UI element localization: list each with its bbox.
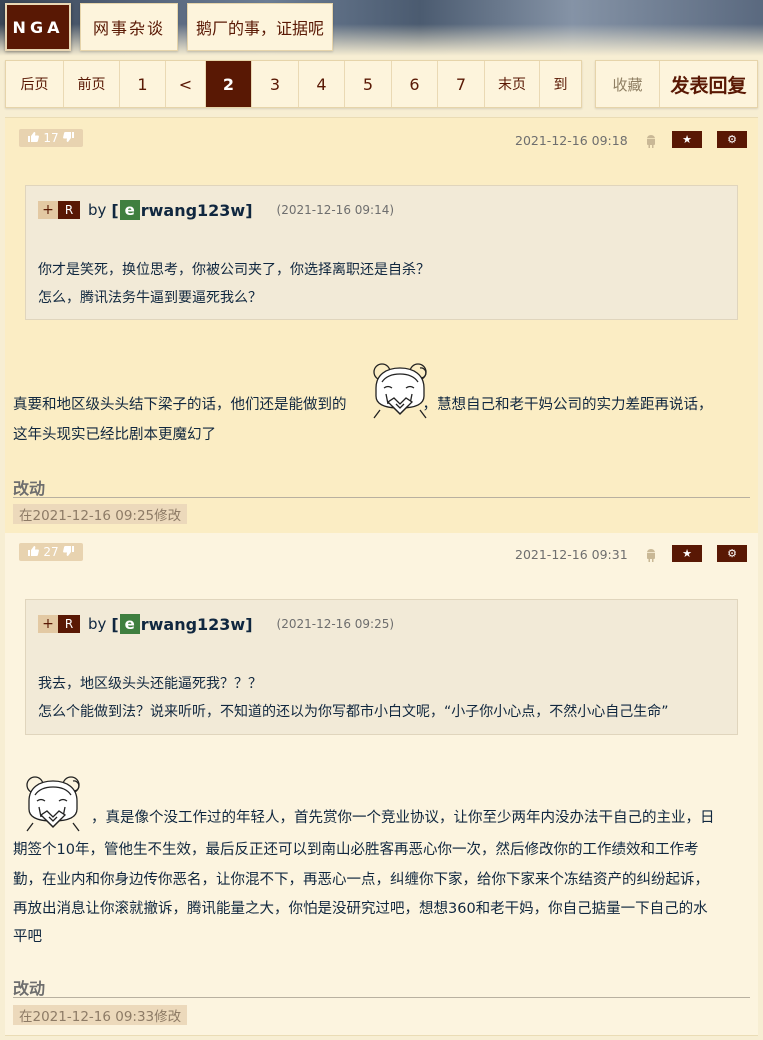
thumb-up-icon[interactable] (28, 131, 40, 145)
quote-timestamp: (2021-12-16 09:14) (276, 203, 395, 217)
quote-expand-button[interactable]: + (38, 201, 58, 219)
quote-bracket: [ (111, 200, 119, 220)
quote-block: + R by [ e rwang123w] (2021-12-16 09:25)… (25, 599, 738, 735)
post-body-line: 再放出消息让你滚就撤诉，腾讯能量之大，你怕是没研究过吧，想想360和老干妈，你自… (13, 901, 708, 917)
page-last-button[interactable]: 末页 (485, 61, 540, 107)
quote-line: 我去，地区级头头还能逼死我？？？ (38, 676, 262, 692)
quote-by-label: by (88, 201, 107, 219)
emoji-sticker (15, 771, 91, 839)
quote-username[interactable]: rwang123w] (141, 201, 253, 220)
page-back-button[interactable]: < (166, 61, 206, 107)
page-4-button[interactable]: 4 (299, 61, 345, 107)
quote-header: + R by [ e rwang123w] (2021-12-16 09:25) (38, 614, 394, 634)
thumb-up-icon[interactable] (28, 545, 40, 559)
reply-tag[interactable]: R (58, 201, 80, 219)
quote-bracket: [ (111, 614, 119, 634)
gear-icon[interactable]: ⚙ (717, 545, 747, 562)
quote-expand-button[interactable]: + (38, 615, 58, 633)
quote-line: 怎么，腾讯法务牛逼到要逼死我么？ (38, 290, 262, 306)
edit-note: 在2021-12-16 09:33修改 (13, 1005, 188, 1025)
like-counter[interactable]: 27 (19, 543, 83, 561)
like-counter[interactable]: 17 (19, 129, 83, 147)
like-count: 27 (43, 545, 59, 559)
breadcrumb-forum[interactable]: 网事杂谈 (80, 3, 178, 51)
edit-section-title: 改动 (13, 979, 46, 998)
page-goto-button[interactable]: 到 (540, 61, 581, 107)
edit-section-title: 改动 (13, 479, 46, 498)
post-body-line: 平吧 (13, 929, 42, 945)
thread-actions: 收藏 发表回复 (595, 60, 758, 108)
favorite-button[interactable]: 收藏 (596, 61, 660, 107)
like-count: 17 (43, 131, 59, 145)
thumb-down-icon[interactable] (62, 545, 74, 559)
post: 17 2021-12-16 09:18 ★ ⚙ + R by [ e rwang… (5, 117, 758, 533)
page-1-button[interactable]: 1 (120, 61, 166, 107)
user-avatar-initial[interactable]: e (119, 614, 140, 634)
page-next-button[interactable]: 后页 (6, 61, 64, 107)
post-body-text: 真要和地区级头头结下梁子的话，他们还是能做到的 (13, 397, 347, 413)
page-7-button[interactable]: 7 (438, 61, 485, 107)
post-body-text: ，慧想自己和老干妈公司的实力差距再说话， (422, 397, 713, 413)
post-timestamp: 2021-12-16 09:18 (515, 133, 628, 148)
breadcrumb-thread[interactable]: 鹅厂的事，证据呢 (187, 3, 333, 51)
emoji-sticker (362, 358, 438, 426)
page-5-button[interactable]: 5 (345, 61, 392, 107)
reply-button[interactable]: 发表回复 (660, 61, 757, 107)
thumb-down-icon[interactable] (62, 131, 74, 145)
divider (13, 497, 750, 498)
page-prev-button[interactable]: 前页 (64, 61, 120, 107)
divider (13, 997, 750, 998)
post-body-line: 勤，在业内和你身边传你恶名，让你混不下，再恶心一点，纠缠你下家，给你下家来个冻结… (13, 872, 709, 888)
pagination: 后页 前页 1 < 2 3 4 5 6 7 末页 到 (5, 60, 582, 108)
quote-block: + R by [ e rwang123w] (2021-12-16 09:14)… (25, 185, 738, 320)
edit-note: 在2021-12-16 09:25修改 (13, 504, 188, 524)
page-3-button[interactable]: 3 (252, 61, 299, 107)
reply-tag[interactable]: R (58, 615, 80, 633)
post-body-line: 期签个10年，管他生不生效，最后反正还可以到南山必胜客再恶心你一次，然后修改你的… (13, 842, 699, 858)
star-icon[interactable]: ★ (672, 131, 702, 148)
android-icon (645, 133, 657, 148)
android-icon (645, 547, 657, 562)
post: 27 2021-12-16 09:31 ★ ⚙ + R by [ e rwang… (5, 533, 758, 1036)
page-6-button[interactable]: 6 (392, 61, 438, 107)
quote-header: + R by [ e rwang123w] (2021-12-16 09:14) (38, 200, 394, 220)
quote-line: 怎么个能做到法？说来听听，不知道的还以为你写都市小白文呢，“小子你小心点，不然小… (38, 704, 669, 720)
nga-logo[interactable]: NGA (5, 3, 71, 51)
quote-by-label: by (88, 615, 107, 633)
post-body-line: 这年头现实已经比剧本更魔幻了 (13, 427, 216, 443)
gear-icon[interactable]: ⚙ (717, 131, 747, 148)
user-avatar-initial[interactable]: e (119, 200, 140, 220)
post-body-line: ，真是像个没工作过的年轻人，首先赏你一个竞业协议，让你至少两年内没办法干自己的主… (91, 810, 715, 826)
star-icon[interactable]: ★ (672, 545, 702, 562)
quote-timestamp: (2021-12-16 09:25) (276, 617, 395, 631)
quote-line: 你才是笑死，换位思考，你被公司夹了，你选择离职还是自杀？ (38, 262, 430, 278)
quote-username[interactable]: rwang123w] (141, 615, 253, 634)
page-2-current[interactable]: 2 (206, 61, 252, 107)
post-timestamp: 2021-12-16 09:31 (515, 547, 628, 562)
